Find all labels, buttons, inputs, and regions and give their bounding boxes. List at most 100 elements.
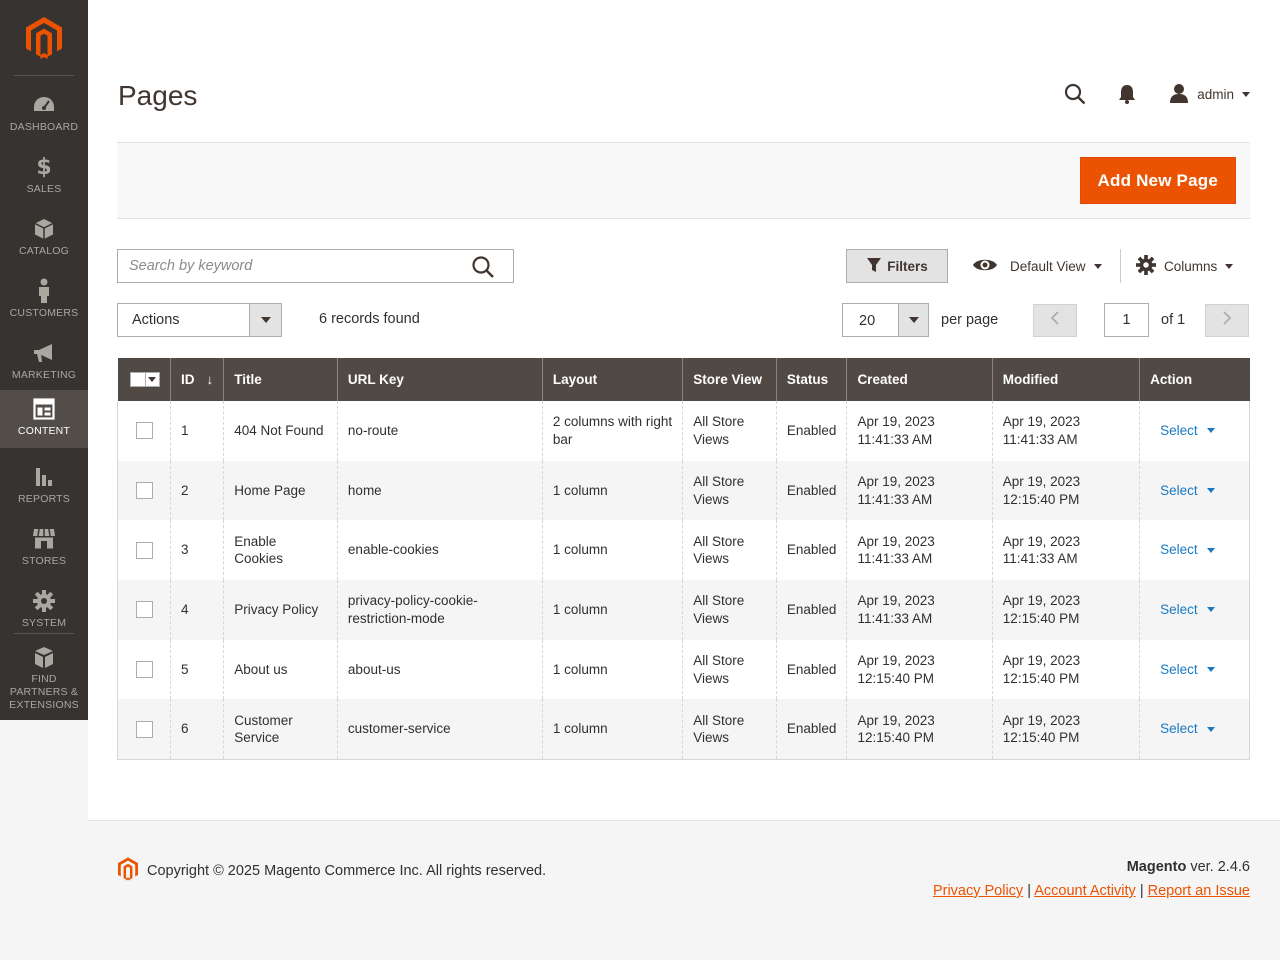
column-header-status[interactable]: Status [776, 358, 848, 401]
mass-select-header[interactable] [117, 358, 171, 401]
nav-dashboard[interactable]: DASHBOARD [0, 86, 88, 148]
row-store-view: All Store Views [682, 639, 777, 700]
row-layout: 1 column [541, 520, 683, 581]
column-header-store-view[interactable]: Store View [682, 358, 777, 401]
row-title: Enable Cookies [223, 520, 338, 581]
admin-sidebar: DASHBOARD $ SALES CATALOG CUSTOMERS MARK… [0, 0, 88, 720]
nav-marketing[interactable]: MARKETING [0, 334, 88, 396]
row-status: Enabled [775, 401, 847, 461]
mass-actions-select[interactable]: Actions [117, 303, 282, 337]
chevron-down-icon [1093, 263, 1102, 269]
per-page-select[interactable]: 20 [842, 303, 929, 337]
row-created: Apr 19, 2023 11:41:33 AM [846, 460, 993, 521]
row-select-action[interactable]: Select [1160, 661, 1215, 679]
account-activity-link[interactable]: Account Activity [1034, 883, 1136, 899]
column-header-modified[interactable]: Modified [992, 358, 1141, 401]
row-checkbox[interactable] [136, 541, 153, 559]
nav-content[interactable]: CONTENT [0, 390, 88, 448]
page-actions-bar: Add New Page [117, 142, 1250, 219]
table-row[interactable]: 5 About us about-us 1 column All Store Views… [117, 639, 1250, 700]
add-new-page-button[interactable]: Add New Page [1079, 157, 1236, 204]
column-header-created[interactable]: Created [846, 358, 993, 401]
search-icon[interactable] [1061, 80, 1089, 108]
row-modified: Apr 19, 2023 12:15:40 PM [991, 699, 1140, 760]
chevron-down-icon [898, 304, 928, 336]
nav-label: SYSTEM [21, 617, 67, 629]
nav-customers[interactable]: CUSTOMERS [0, 272, 88, 334]
search-box [117, 249, 514, 283]
row-checkbox[interactable] [136, 482, 153, 500]
table-row[interactable]: 6 Customer Service customer-service 1 colum… [117, 699, 1250, 760]
privacy-policy-link[interactable]: Privacy Policy [933, 883, 1023, 899]
column-header-layout[interactable]: Layout [542, 358, 684, 401]
nav-stores[interactable]: STORES [0, 520, 88, 582]
select-all-checkbox[interactable] [129, 372, 146, 387]
row-layout: 1 column [541, 699, 683, 760]
row-checkbox[interactable] [136, 601, 153, 619]
row-action-cell: Select [1139, 460, 1250, 521]
column-header-title[interactable]: Title [223, 358, 338, 401]
nav-sales[interactable]: $ SALES [0, 148, 88, 210]
row-status: Enabled [775, 580, 847, 640]
sort-arrow-icon: ↓ [206, 372, 214, 387]
chevron-left-icon [1050, 311, 1060, 330]
magento-logo[interactable] [0, 0, 88, 76]
row-checkbox[interactable] [136, 661, 153, 679]
table-row[interactable]: 4 Privacy Policy privacy-policy-cookie-res… [117, 580, 1250, 640]
view-label: Default View [1010, 258, 1086, 274]
row-created: Apr 19, 2023 12:15:40 PM [846, 639, 993, 700]
columns-button[interactable]: Columns [1136, 249, 1234, 283]
nav-find-partners[interactable]: FIND PARTNERS & EXTENSIONS [0, 640, 88, 711]
row-action-cell: Select [1139, 520, 1250, 581]
row-checkbox[interactable] [136, 422, 153, 440]
row-created: Apr 19, 2023 11:41:33 AM [846, 520, 993, 581]
column-header-url-key[interactable]: URL Key [337, 358, 543, 401]
select-label: Select [1160, 482, 1198, 498]
cubes-icon [32, 646, 56, 670]
row-select-action[interactable]: Select [1160, 601, 1215, 619]
row-select-action[interactable]: Select [1160, 720, 1215, 738]
table-row[interactable]: 3 Enable Cookies enable-cookies 1 column All… [117, 520, 1250, 581]
nav-label: FIND PARTNERS & EXTENSIONS [9, 673, 79, 711]
filters-button[interactable]: Filters [846, 249, 948, 283]
user-name: admin [1197, 86, 1234, 102]
select-label: Select [1160, 602, 1198, 618]
row-select-cell [117, 520, 171, 581]
user-menu[interactable]: admin [1169, 83, 1250, 106]
row-status: Enabled [775, 520, 847, 581]
view-switcher[interactable]: Default View [972, 249, 1102, 283]
search-icon[interactable] [471, 255, 495, 279]
eye-icon [972, 257, 998, 276]
select-label: Select [1160, 721, 1198, 737]
nav-system[interactable]: SYSTEM [0, 582, 88, 644]
search-input[interactable] [118, 250, 458, 282]
page-footer: Copyright © 2025 Magento Commerce Inc. A… [88, 820, 1280, 960]
filter-icon [866, 257, 887, 276]
chevron-down-icon[interactable] [145, 372, 160, 387]
chevron-down-icon [1242, 91, 1250, 97]
nav-label: REPORTS [18, 493, 70, 505]
row-checkbox[interactable] [136, 720, 153, 738]
nav-label: CUSTOMERS [9, 307, 79, 319]
copyright: Copyright © 2025 Magento Commerce Inc. A… [118, 857, 546, 885]
columns-label: Columns [1164, 258, 1218, 274]
row-select-action[interactable]: Select [1160, 422, 1215, 440]
nav-label: STORES [21, 555, 67, 567]
nav-reports[interactable]: REPORTS [0, 458, 88, 520]
page-number-input[interactable] [1104, 303, 1149, 337]
prev-page-button[interactable] [1033, 304, 1077, 337]
column-header-id[interactable]: ID ↓ [170, 358, 225, 401]
next-page-button[interactable] [1205, 304, 1249, 337]
chevron-right-icon [1222, 311, 1232, 330]
report-issue-link[interactable]: Report an Issue [1148, 883, 1250, 899]
bell-icon[interactable] [1113, 80, 1141, 108]
megaphone-icon [32, 340, 56, 366]
select-label: Select [1160, 661, 1198, 677]
nav-catalog[interactable]: CATALOG [0, 210, 88, 272]
row-select-action[interactable]: Select [1160, 482, 1215, 500]
select-label: Select [1160, 542, 1198, 558]
table-row[interactable]: 1 404 Not Found no-route 2 columns with rig… [117, 401, 1250, 461]
row-layout: 2 columns with right bar [541, 401, 683, 461]
table-row[interactable]: 2 Home Page home 1 column All Store Views Ena… [117, 460, 1250, 521]
row-select-action[interactable]: Select [1160, 541, 1215, 559]
